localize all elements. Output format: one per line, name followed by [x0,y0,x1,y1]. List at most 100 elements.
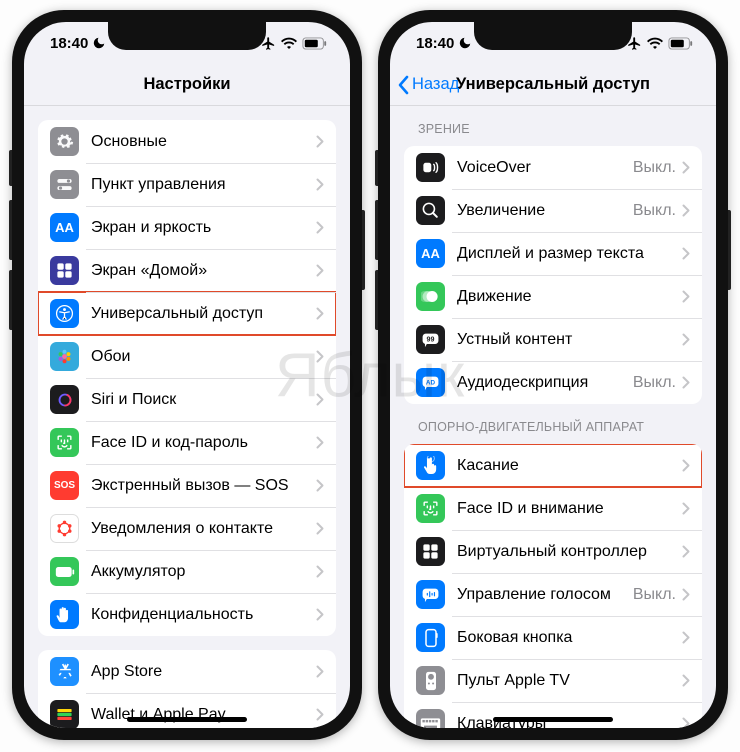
settings-row-aa[interactable]: AAДисплей и размер текста [404,232,702,275]
aa-icon: AA [416,239,445,268]
faceid-icon [50,428,79,457]
row-label: Пункт управления [91,176,316,194]
row-label: App Store [91,663,316,681]
chevron-right-icon [316,307,324,320]
row-label: Движение [457,288,682,306]
chevron-right-icon [682,333,690,346]
medical-icon [50,514,79,543]
voiceover-icon [416,153,445,182]
faceid-icon [416,494,445,523]
chevron-right-icon [316,135,324,148]
section-header-motor: Опорно-двигательный аппарат [404,404,702,440]
phone-frame-left: 18:40 Настройки Основные Пункт управления… [12,10,362,740]
settings-row-speech[interactable]: 99 Устный контент [404,318,702,361]
settings-row-access[interactable]: Универсальный доступ [38,292,336,335]
chevron-left-icon [398,75,410,95]
toggles-icon [50,170,79,199]
settings-row-remote[interactable]: Пульт Apple TV [404,659,702,702]
settings-row-voiceover[interactable]: VoiceOverВыкл. [404,146,702,189]
voice-icon [416,580,445,609]
chevron-right-icon [316,264,324,277]
row-label: Аккумулятор [91,563,316,581]
settings-row-grid[interactable]: Экран «Домой» [38,249,336,292]
row-label: Экран и яркость [91,219,316,237]
svg-text:99: 99 [427,335,435,343]
chevron-right-icon [682,631,690,644]
status-time: 18:40 [50,35,88,52]
settings-row-appstore[interactable]: App Store [38,650,336,693]
battery-icon [50,557,79,586]
chevron-right-icon [682,502,690,515]
settings-content[interactable]: Основные Пункт управления AAЭкран и яркост… [24,106,350,728]
settings-row-faceid[interactable]: Face ID и внимание [404,487,702,530]
settings-row-side[interactable]: Боковая кнопка [404,616,702,659]
wifi-icon [647,37,663,49]
notch [108,22,266,50]
keyboard-icon [416,709,445,728]
chevron-right-icon [316,565,324,578]
settings-row-hand[interactable]: Конфиденциальность [38,593,336,636]
page-title: Настройки [143,75,230,94]
battery-icon [302,37,328,50]
chevron-right-icon [682,545,690,558]
row-label: Боковая кнопка [457,629,682,647]
chevron-right-icon [316,522,324,535]
chevron-right-icon [316,350,324,363]
home-indicator[interactable] [493,717,613,722]
settings-row-wallet[interactable]: Wallet и Apple Pay [38,693,336,728]
settings-row-zoom[interactable]: УвеличениеВыкл. [404,189,702,232]
sos-icon: SOS [50,471,79,500]
gear-icon [50,127,79,156]
chevron-right-icon [682,161,690,174]
page-title: Универсальный доступ [456,75,650,94]
wallet-icon [50,700,79,728]
settings-row-aa[interactable]: AAЭкран и яркость [38,206,336,249]
settings-row-faceid[interactable]: Face ID и код-пароль [38,421,336,464]
hand-icon [50,600,79,629]
settings-row-battery[interactable]: Аккумулятор [38,550,336,593]
settings-row-gear[interactable]: Основные [38,120,336,163]
moon-icon [458,36,472,50]
siri-icon [50,385,79,414]
settings-row-ad[interactable]: ADАудиодескрипцияВыкл. [404,361,702,404]
svg-text:AD: AD [426,379,436,386]
home-indicator[interactable] [127,717,247,722]
row-label: Касание [457,457,682,475]
settings-row-medical[interactable]: Уведомления о контакте [38,507,336,550]
settings-row-keyboard[interactable]: Клавиатуры [404,702,702,728]
row-label: Виртуальный контроллер [457,543,682,561]
row-label: Экстренный вызов — SOS [91,477,316,495]
battery-icon [668,37,694,50]
chevron-right-icon [316,436,324,449]
section-header-vision: Зрение [404,106,702,142]
row-label: Устный контент [457,331,682,349]
row-label: Экран «Домой» [91,262,316,280]
settings-row-motion[interactable]: Движение [404,275,702,318]
back-button[interactable]: Назад [398,75,459,95]
settings-row-toggles[interactable]: Пункт управления [38,163,336,206]
settings-row-flower[interactable]: Обои [38,335,336,378]
accessibility-content[interactable]: Зрение VoiceOverВыкл.УвеличениеВыкл.AAДи… [390,106,716,728]
zoom-icon [416,196,445,225]
moon-icon [92,36,106,50]
chevron-right-icon [316,479,324,492]
row-label: Универсальный доступ [91,305,316,323]
chevron-right-icon [682,674,690,687]
chevron-right-icon [316,608,324,621]
back-label: Назад [412,75,459,94]
settings-row-siri[interactable]: Siri и Поиск [38,378,336,421]
speech-icon: 99 [416,325,445,354]
row-label: Основные [91,133,316,151]
settings-row-voice[interactable]: Управление голосомВыкл. [404,573,702,616]
notch [474,22,632,50]
row-label: Увеличение [457,202,633,220]
switch-icon [416,537,445,566]
settings-row-touch[interactable]: Касание [404,444,702,487]
settings-row-sos[interactable]: SOS Экстренный вызов — SOS [38,464,336,507]
access-icon [50,299,79,328]
settings-row-switch[interactable]: Виртуальный контроллер [404,530,702,573]
row-label: Аудиодескрипция [457,374,633,392]
chevron-right-icon [682,376,690,389]
flower-icon [50,342,79,371]
wifi-icon [281,37,297,49]
